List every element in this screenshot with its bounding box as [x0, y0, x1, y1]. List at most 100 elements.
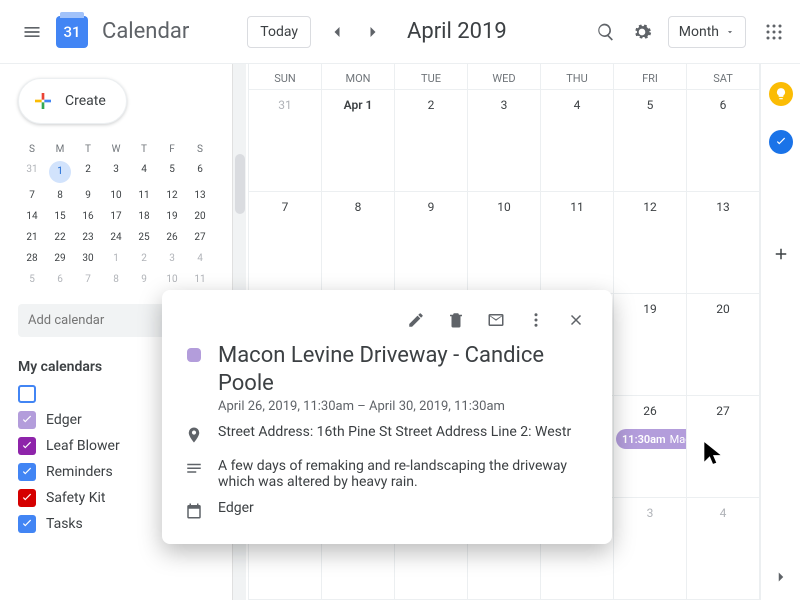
day-cell[interactable]: 2611:30amMacon Levine: [614, 396, 687, 497]
event-description: A few days of remaking and re-landscapin…: [218, 458, 594, 490]
day-cell[interactable]: 27: [687, 396, 760, 497]
mini-day[interactable]: 8: [102, 269, 130, 290]
day-cell[interactable]: 4: [687, 498, 760, 599]
mini-day[interactable]: 16: [74, 206, 102, 227]
app-header: 31 Calendar Today April 2019 Month: [0, 0, 800, 64]
mini-day[interactable]: 15: [46, 206, 74, 227]
mini-day[interactable]: 7: [74, 269, 102, 290]
mini-day[interactable]: 6: [186, 159, 214, 185]
day-cell[interactable]: 20: [687, 294, 760, 395]
plus-icon: [31, 89, 55, 113]
settings-gear-icon[interactable]: [624, 14, 660, 50]
mini-day[interactable]: 29: [46, 248, 74, 269]
day-cell[interactable]: 12: [614, 192, 687, 293]
mini-day[interactable]: 3: [102, 159, 130, 185]
weekday-header: FRI: [614, 64, 687, 89]
mini-day[interactable]: 11: [130, 185, 158, 206]
create-button[interactable]: Create: [18, 78, 127, 124]
mini-day[interactable]: 13: [186, 185, 214, 206]
mini-day[interactable]: 22: [46, 227, 74, 248]
checkbox-icon[interactable]: [18, 489, 36, 507]
weekday-header: SUN: [249, 64, 322, 89]
mini-day[interactable]: 5: [18, 269, 46, 290]
checkbox-icon[interactable]: [18, 515, 36, 533]
mini-day[interactable]: 11: [186, 269, 214, 290]
mini-day[interactable]: 27: [186, 227, 214, 248]
day-cell[interactable]: 31: [249, 90, 322, 191]
mini-day[interactable]: 21: [18, 227, 46, 248]
mini-day[interactable]: 5: [158, 159, 186, 185]
day-cell[interactable]: 10: [468, 192, 541, 293]
email-guests-icon[interactable]: [478, 302, 514, 338]
weekday-header: SAT: [687, 64, 760, 89]
day-cell[interactable]: 2: [395, 90, 468, 191]
view-select[interactable]: Month: [668, 16, 746, 48]
mini-day[interactable]: 14: [18, 206, 46, 227]
close-icon[interactable]: [558, 302, 594, 338]
search-icon[interactable]: [588, 14, 624, 50]
mini-day[interactable]: 7: [18, 185, 46, 206]
day-cell[interactable]: 11: [541, 192, 614, 293]
day-cell[interactable]: 7: [249, 192, 322, 293]
day-cell[interactable]: Apr 1: [322, 90, 395, 191]
checkbox-icon[interactable]: [18, 437, 36, 455]
day-cell[interactable]: 19: [614, 294, 687, 395]
add-addon-icon[interactable]: [769, 242, 793, 266]
day-cell[interactable]: 3: [468, 90, 541, 191]
mini-day[interactable]: 19: [158, 206, 186, 227]
mini-day[interactable]: 12: [158, 185, 186, 206]
day-cell[interactable]: 4: [541, 90, 614, 191]
apps-grid-icon[interactable]: [756, 14, 792, 50]
caret-down-icon: [725, 27, 735, 37]
options-icon[interactable]: [518, 302, 554, 338]
edit-event-icon[interactable]: [398, 302, 434, 338]
mini-day[interactable]: 10: [102, 185, 130, 206]
app-title: Calendar: [102, 19, 189, 44]
checkbox-icon[interactable]: [18, 385, 36, 403]
mini-day[interactable]: 25: [130, 227, 158, 248]
mini-day[interactable]: 2: [74, 159, 102, 185]
menu-icon[interactable]: [12, 12, 52, 52]
next-month-icon[interactable]: [355, 14, 391, 50]
today-button[interactable]: Today: [247, 16, 311, 48]
mini-day[interactable]: 30: [74, 248, 102, 269]
collapse-panel-icon[interactable]: [772, 568, 790, 590]
mini-day[interactable]: 10: [158, 269, 186, 290]
mini-day[interactable]: 24: [102, 227, 130, 248]
mini-day[interactable]: 4: [130, 159, 158, 185]
mini-day[interactable]: 2: [130, 248, 158, 269]
day-cell[interactable]: 6: [687, 90, 760, 191]
day-cell[interactable]: 9: [395, 192, 468, 293]
mini-day[interactable]: 26: [158, 227, 186, 248]
mini-day[interactable]: 8: [46, 185, 74, 206]
mini-day[interactable]: 1: [102, 248, 130, 269]
mini-day[interactable]: 17: [102, 206, 130, 227]
mini-day[interactable]: 28: [18, 248, 46, 269]
mini-day[interactable]: 18: [130, 206, 158, 227]
mini-day[interactable]: 23: [74, 227, 102, 248]
mini-day[interactable]: 4: [186, 248, 214, 269]
tasks-icon[interactable]: [769, 130, 793, 154]
day-cell[interactable]: 13: [687, 192, 760, 293]
event-bar[interactable]: 11:30amMacon Levine: [616, 429, 686, 449]
mini-day[interactable]: 6: [46, 269, 74, 290]
mini-day[interactable]: 3: [158, 248, 186, 269]
mini-day[interactable]: 9: [130, 269, 158, 290]
mini-dow: F: [158, 140, 186, 159]
mini-day[interactable]: 20: [186, 206, 214, 227]
weekday-header: MON: [322, 64, 395, 89]
mini-day[interactable]: 9: [74, 185, 102, 206]
checkbox-icon[interactable]: [18, 411, 36, 429]
day-cell[interactable]: 8: [322, 192, 395, 293]
mini-dow: W: [102, 140, 130, 159]
keep-icon[interactable]: [769, 82, 793, 106]
day-cell[interactable]: 5: [614, 90, 687, 191]
delete-event-icon[interactable]: [438, 302, 474, 338]
prev-month-icon[interactable]: [319, 14, 355, 50]
event-popup: Macon Levine Driveway - Candice Poole Ap…: [162, 290, 612, 544]
mini-day[interactable]: 31: [18, 159, 46, 185]
mini-day[interactable]: 1: [49, 161, 71, 183]
checkbox-icon[interactable]: [18, 463, 36, 481]
day-cell[interactable]: 3: [614, 498, 687, 599]
current-month-title: April 2019: [407, 19, 588, 44]
